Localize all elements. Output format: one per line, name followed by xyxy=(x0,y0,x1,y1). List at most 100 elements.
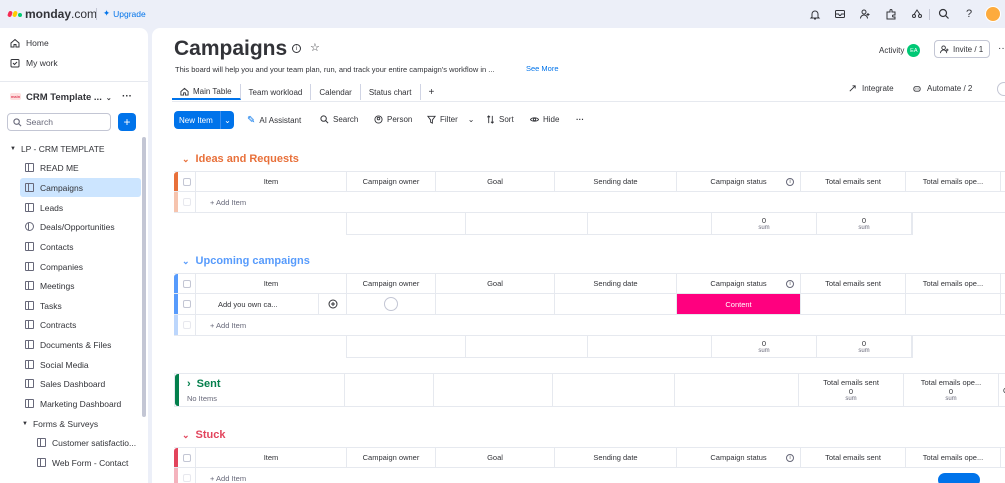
upgrade-button[interactable]: ✦ Upgrade xyxy=(103,8,146,19)
star-icon[interactable]: ☆ xyxy=(310,41,320,54)
column-goal[interactable]: Goal xyxy=(436,448,555,467)
sidebar-scrollbar[interactable] xyxy=(142,137,146,417)
info-icon[interactable]: i xyxy=(786,280,794,288)
hide-button[interactable]: Hide xyxy=(530,115,559,124)
column-campaign-status[interactable]: Campaign status i xyxy=(677,172,801,191)
search-button[interactable]: Search xyxy=(320,115,358,124)
select-all-checkbox[interactable] xyxy=(178,448,196,467)
column-total-emails-opened[interactable]: Total emails ope... xyxy=(906,274,1001,293)
add-item-input[interactable]: + Add Item xyxy=(196,192,1005,212)
column-sending-date[interactable]: Sending date xyxy=(555,172,677,191)
more-cell[interactable] xyxy=(1001,294,1005,314)
group-header-upcoming[interactable]: ⌄ Upcoming campaigns xyxy=(182,255,310,267)
sidebar-item-social-media[interactable]: Social Media xyxy=(20,355,141,374)
activity-button[interactable]: Activity EA xyxy=(879,44,921,57)
help-icon[interactable]: ? xyxy=(962,7,976,21)
item-name-cell[interactable]: Add you own ca... xyxy=(196,294,319,314)
sidebar-search-input[interactable]: Search xyxy=(7,113,111,131)
row-checkbox[interactable] xyxy=(178,468,196,483)
sidebar-item-documents[interactable]: Documents & Files xyxy=(20,335,141,354)
sidebar-item-sales-dashboard[interactable]: Sales Dashboard xyxy=(20,374,141,393)
sidebar-item-deals[interactable]: Deals/Opportunities xyxy=(20,217,141,236)
ai-assistant-button[interactable]: ✎ AI Assistant xyxy=(247,115,301,126)
person-filter-button[interactable]: Person xyxy=(374,115,412,124)
sidebar-item-leads[interactable]: Leads xyxy=(20,198,141,217)
column-campaign-status[interactable]: Campaign status i xyxy=(677,274,801,293)
column-campaign-owner[interactable]: Campaign owner xyxy=(347,448,436,467)
sidebar-item-customer-satisfaction[interactable]: Customer satisfactio... xyxy=(32,433,153,452)
column-more[interactable]: C xyxy=(1001,172,1005,191)
filter-button[interactable]: Filter ⌄ xyxy=(427,115,474,124)
tab-main-table[interactable]: Main Table xyxy=(172,84,241,100)
collapse-header-button[interactable] xyxy=(997,82,1005,96)
search-icon[interactable] xyxy=(937,7,951,21)
help-floating-button[interactable] xyxy=(938,473,980,483)
info-icon[interactable]: i xyxy=(786,178,794,186)
column-item[interactable]: Item xyxy=(196,448,347,467)
group-collapsed-sent[interactable]: › Sent No Items Total emails sent 0 sum … xyxy=(174,373,1005,407)
more-actions-button[interactable]: ··· xyxy=(576,115,584,124)
chevron-down-icon[interactable]: ⌄ xyxy=(220,111,234,129)
column-item[interactable]: Item xyxy=(196,172,347,191)
new-item-button[interactable]: New Item ⌄ xyxy=(174,111,234,129)
info-icon[interactable]: i xyxy=(292,44,301,53)
column-total-emails-sent[interactable]: Total emails sent xyxy=(801,172,906,191)
more-icon[interactable]: ·· xyxy=(998,43,1005,54)
sidebar-item-web-form-contact[interactable]: Web Form - Contact xyxy=(32,453,153,472)
group-summary[interactable]: › Sent No Items xyxy=(179,374,345,406)
select-all-checkbox[interactable] xyxy=(178,274,196,293)
group-header-ideas[interactable]: ⌄ Ideas and Requests xyxy=(182,153,299,165)
sidebar-home[interactable]: Home xyxy=(10,38,49,48)
select-all-checkbox[interactable] xyxy=(178,172,196,191)
column-more[interactable]: C xyxy=(1001,274,1005,293)
automate-button[interactable]: Automate / 2 xyxy=(912,84,972,93)
invite-members-icon[interactable] xyxy=(858,7,872,21)
row-checkbox[interactable] xyxy=(178,192,196,212)
monday-logo[interactable]: monday .com xyxy=(7,7,97,21)
row-checkbox[interactable] xyxy=(178,315,196,335)
column-sending-date[interactable]: Sending date xyxy=(555,274,677,293)
sidebar-item-companies[interactable]: Companies xyxy=(20,257,141,276)
add-item-input[interactable]: + Add Item xyxy=(196,468,1005,483)
bell-icon[interactable] xyxy=(808,7,822,21)
sidebar-item-contracts[interactable]: Contracts xyxy=(20,315,141,334)
sidebar-item-tasks[interactable]: Tasks xyxy=(20,296,141,315)
sending-date-cell[interactable] xyxy=(555,294,677,314)
sidebar-item-read-me[interactable]: READ ME xyxy=(20,158,141,177)
add-update-icon[interactable] xyxy=(319,294,347,314)
workspace-selector[interactable]: CRM Template ... ⌄ xyxy=(26,92,112,103)
column-total-emails-sent[interactable]: Total emails sent xyxy=(801,274,906,293)
column-sending-date[interactable]: Sending date xyxy=(555,448,677,467)
owner-cell[interactable] xyxy=(347,294,436,314)
add-item-input[interactable]: + Add Item xyxy=(196,315,1005,335)
row-checkbox[interactable] xyxy=(178,294,196,314)
group-header-stuck[interactable]: ⌄ Stuck xyxy=(182,429,226,441)
folder-lp-crm-template[interactable]: ▼ LP - CRM TEMPLATE xyxy=(10,144,105,154)
emails-opened-cell[interactable] xyxy=(906,294,1001,314)
emails-sent-cell[interactable] xyxy=(801,294,906,314)
tab-status-chart[interactable]: Status chart xyxy=(361,84,421,100)
user-avatar[interactable] xyxy=(985,6,1001,22)
column-total-emails-opened[interactable]: Total emails ope... xyxy=(906,172,1001,191)
apps-icon[interactable] xyxy=(884,7,898,21)
column-more[interactable]: C xyxy=(1001,448,1005,467)
integrations-icon[interactable] xyxy=(910,7,924,21)
column-total-emails-sent[interactable]: Total emails sent xyxy=(801,448,906,467)
sidebar-item-contacts[interactable]: Contacts xyxy=(20,237,141,256)
column-campaign-owner[interactable]: Campaign owner xyxy=(347,274,436,293)
column-total-emails-opened[interactable]: Total emails ope... xyxy=(906,448,1001,467)
inbox-icon[interactable] xyxy=(833,7,847,21)
status-cell[interactable]: Content xyxy=(677,294,801,314)
info-icon[interactable]: i xyxy=(786,454,794,462)
more-options-icon[interactable]: ··· xyxy=(122,91,132,102)
goal-cell[interactable] xyxy=(436,294,555,314)
column-campaign-owner[interactable]: Campaign owner xyxy=(347,172,436,191)
add-button[interactable]: + xyxy=(118,113,136,131)
tab-team-workload[interactable]: Team workload xyxy=(241,84,312,100)
sidebar-my-work[interactable]: My work xyxy=(10,58,58,68)
column-goal[interactable]: Goal xyxy=(436,172,555,191)
sidebar-item-marketing-dashboard[interactable]: Marketing Dashboard xyxy=(20,394,141,413)
tab-calendar[interactable]: Calendar xyxy=(311,84,361,100)
sort-button[interactable]: Sort xyxy=(486,115,514,124)
sidebar-item-meetings[interactable]: Meetings xyxy=(20,276,141,295)
